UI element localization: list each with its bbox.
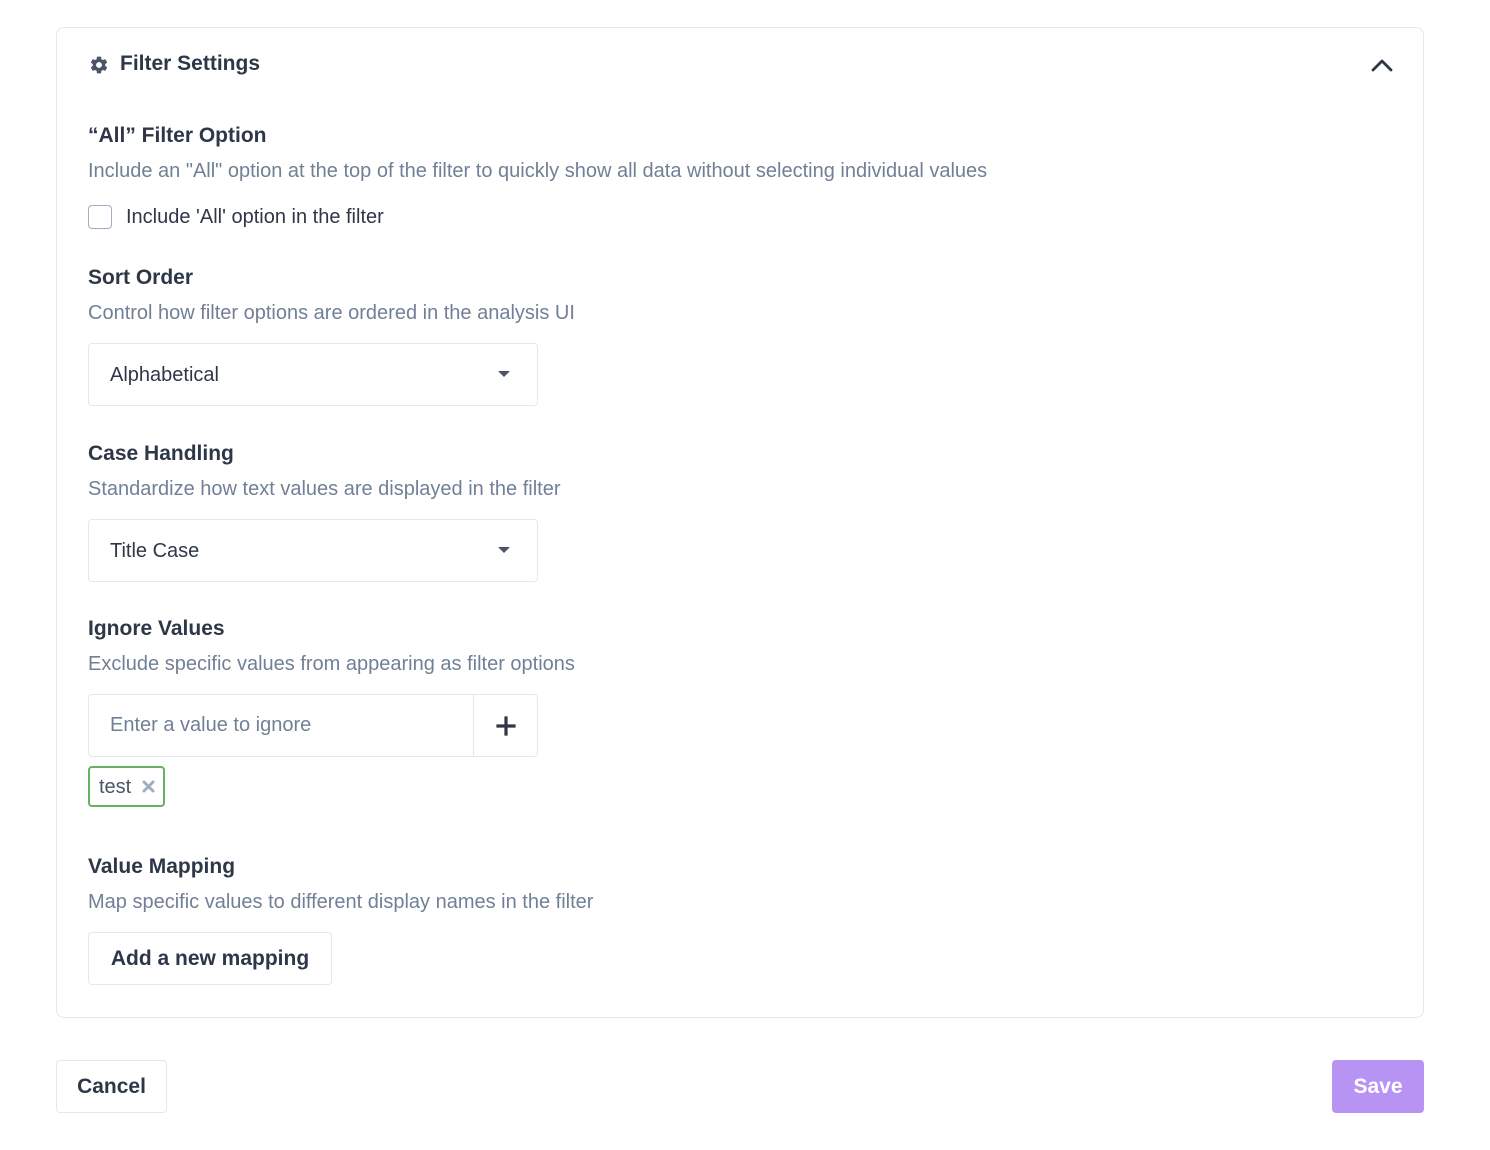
gear-icon — [88, 54, 110, 76]
plus-icon — [495, 715, 516, 736]
caret-down-icon — [498, 371, 510, 377]
ignore-value-input[interactable] — [89, 695, 473, 756]
chevron-up-icon[interactable] — [1369, 52, 1395, 78]
panel-title: Filter Settings — [120, 52, 261, 75]
ignore-value-input-group — [88, 694, 538, 757]
add-ignore-value-button[interactable] — [473, 695, 537, 756]
value-mapping-title: Value Mapping — [88, 855, 236, 878]
add-mapping-button[interactable]: Add a new mapping — [88, 932, 332, 985]
remove-tag-icon[interactable] — [141, 780, 155, 794]
ignore-values-title: Ignore Values — [88, 617, 225, 640]
cancel-button[interactable]: Cancel — [56, 1060, 167, 1113]
all-option-description: Include an "All" option at the top of th… — [88, 160, 988, 182]
all-option-title: “All” Filter Option — [88, 124, 267, 147]
case-handling-select[interactable]: Title Case — [88, 519, 538, 582]
include-all-checkbox[interactable] — [88, 205, 112, 229]
case-handling-selected-value: Title Case — [110, 540, 200, 562]
ignore-values-description: Exclude specific values from appearing a… — [88, 653, 575, 675]
ignored-value-tag: test — [88, 766, 166, 807]
sort-order-description: Control how filter options are ordered i… — [88, 302, 575, 324]
ignored-value-tag-label: test — [99, 775, 132, 798]
sort-order-select[interactable]: Alphabetical — [88, 343, 538, 406]
panel-header[interactable]: Filter Settings — [57, 28, 1423, 100]
include-all-checkbox-row[interactable]: Include 'All' option in the filter — [88, 204, 384, 230]
filter-settings-page: Filter Settings “All” Filter Option Incl… — [0, 0, 1490, 1150]
case-handling-title: Case Handling — [88, 442, 234, 465]
case-handling-description: Standardize how text values are displaye… — [88, 478, 561, 500]
sort-order-title: Sort Order — [88, 266, 194, 289]
caret-down-icon — [498, 547, 510, 553]
sort-order-selected-value: Alphabetical — [110, 364, 219, 386]
include-all-checkbox-label: Include 'All' option in the filter — [126, 206, 384, 228]
filter-settings-panel: Filter Settings “All” Filter Option Incl… — [56, 27, 1424, 1018]
value-mapping-description: Map specific values to different display… — [88, 891, 594, 913]
save-button[interactable]: Save — [1332, 1060, 1424, 1113]
